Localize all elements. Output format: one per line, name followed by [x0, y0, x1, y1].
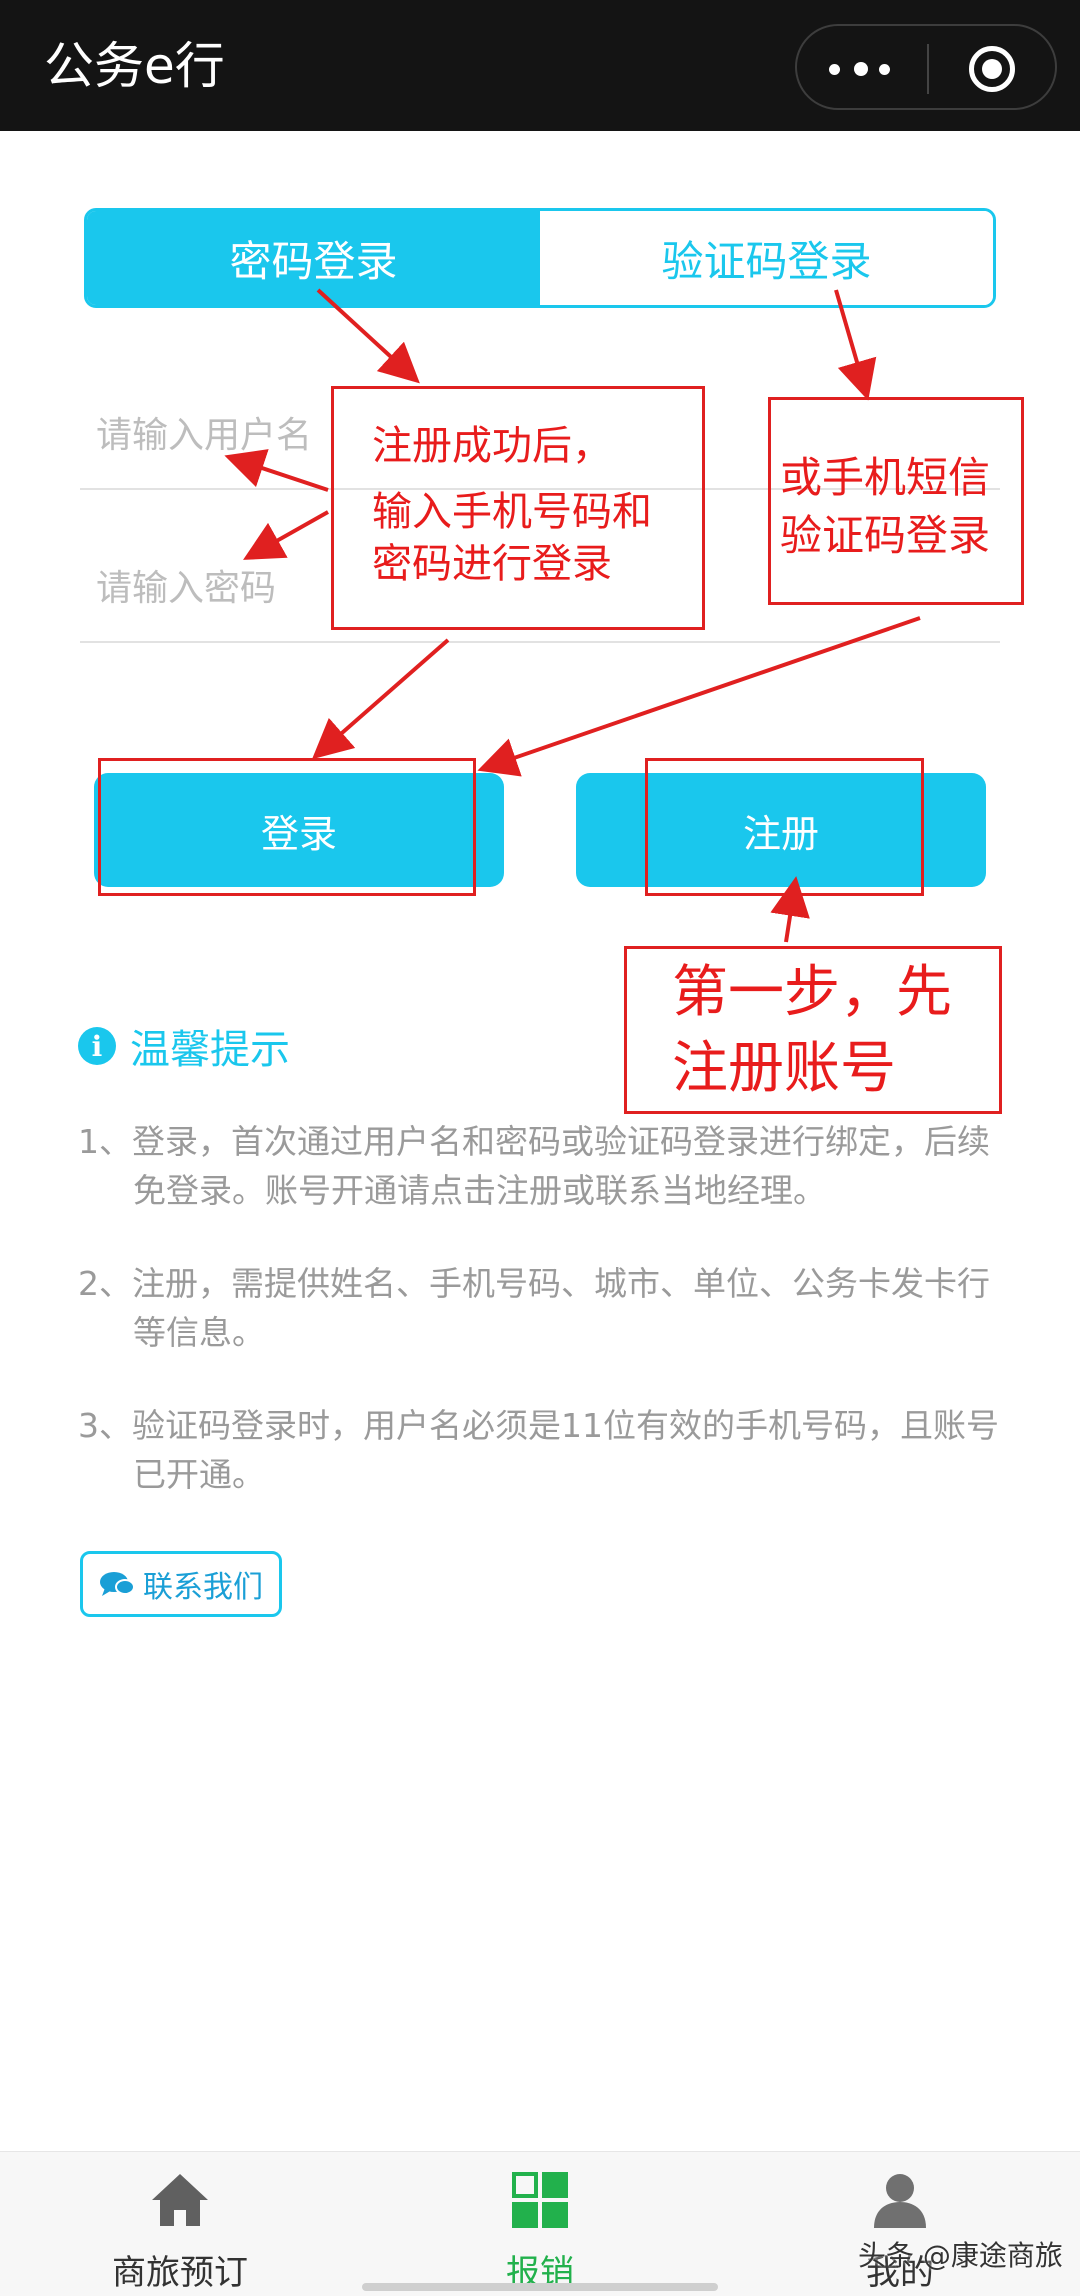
grid-icon [512, 2172, 568, 2228]
home-indicator [362, 2283, 718, 2291]
tips-title: 温馨提示 [130, 1027, 290, 1073]
annotation-login-highlight [98, 758, 476, 896]
tips-header: i 温馨提示 [78, 1018, 290, 1074]
tip-item: 1、登录，首次通过用户名和密码或验证码登录进行绑定，后续免登录。账号开通请点击注… [78, 1122, 990, 1210]
annotation-login-line-1: 注册成功后， [372, 423, 612, 469]
tab-password-login[interactable]: 密码登录 [87, 211, 540, 305]
target-circle-icon[interactable] [969, 46, 1015, 92]
tip-item: 2、注册，需提供姓名、手机号码、城市、单位、公务卡发卡行等信息。 [78, 1264, 990, 1352]
tip-item: 3、验证码登录时，用户名必须是11位有效的手机号码，且账号已开通。 [78, 1406, 999, 1494]
bottom-nav: 商旅预订 报销 我的 [0, 2151, 1080, 2296]
annotation-sms-line-1: 或手机短信 [780, 453, 991, 502]
nav-item-profile[interactable]: 我的 [780, 2152, 1020, 2296]
annotation-register-highlight [645, 758, 924, 896]
contact-us-button[interactable]: 联系我们 [80, 1551, 282, 1617]
home-icon [152, 2174, 208, 2226]
user-icon [874, 2174, 926, 2228]
more-dots-icon[interactable] [827, 54, 897, 84]
app-title: 公务e行 [44, 37, 225, 95]
login-page: 公务e行 密码登录 验证码登录 登录 注册 i 温馨提示 1、登录，首次通过用户… [0, 0, 1080, 2296]
tab-sms-login[interactable]: 验证码登录 [540, 211, 993, 305]
nav-item-expense[interactable]: 报销 [420, 2152, 660, 2296]
chat-bubble-icon [100, 1572, 135, 1596]
watermark: 头条 @康途商旅 [858, 2239, 1063, 2272]
nav-item-booking[interactable]: 商旅预订 [60, 2152, 300, 2296]
mini-program-capsule [795, 24, 1057, 110]
top-bar: 公务e行 [0, 0, 1080, 131]
info-icon: i [78, 1027, 116, 1065]
nav-label-booking: 商旅预订 [112, 2253, 248, 2293]
login-tabs: 密码登录 验证码登录 [84, 208, 996, 308]
annotation-login-line-3: 密码进行登录 [372, 541, 612, 587]
annotation-sms-line-2: 验证码登录 [780, 511, 991, 560]
annotation-register-line-2: 注册账号 [672, 1036, 896, 1101]
capsule-divider [927, 44, 929, 94]
annotation-login-line-2: 输入手机号码和 [372, 489, 652, 535]
annotation-register-line-1: 第一步，先 [672, 960, 952, 1025]
contact-us-label: 联系我们 [143, 1570, 263, 1605]
